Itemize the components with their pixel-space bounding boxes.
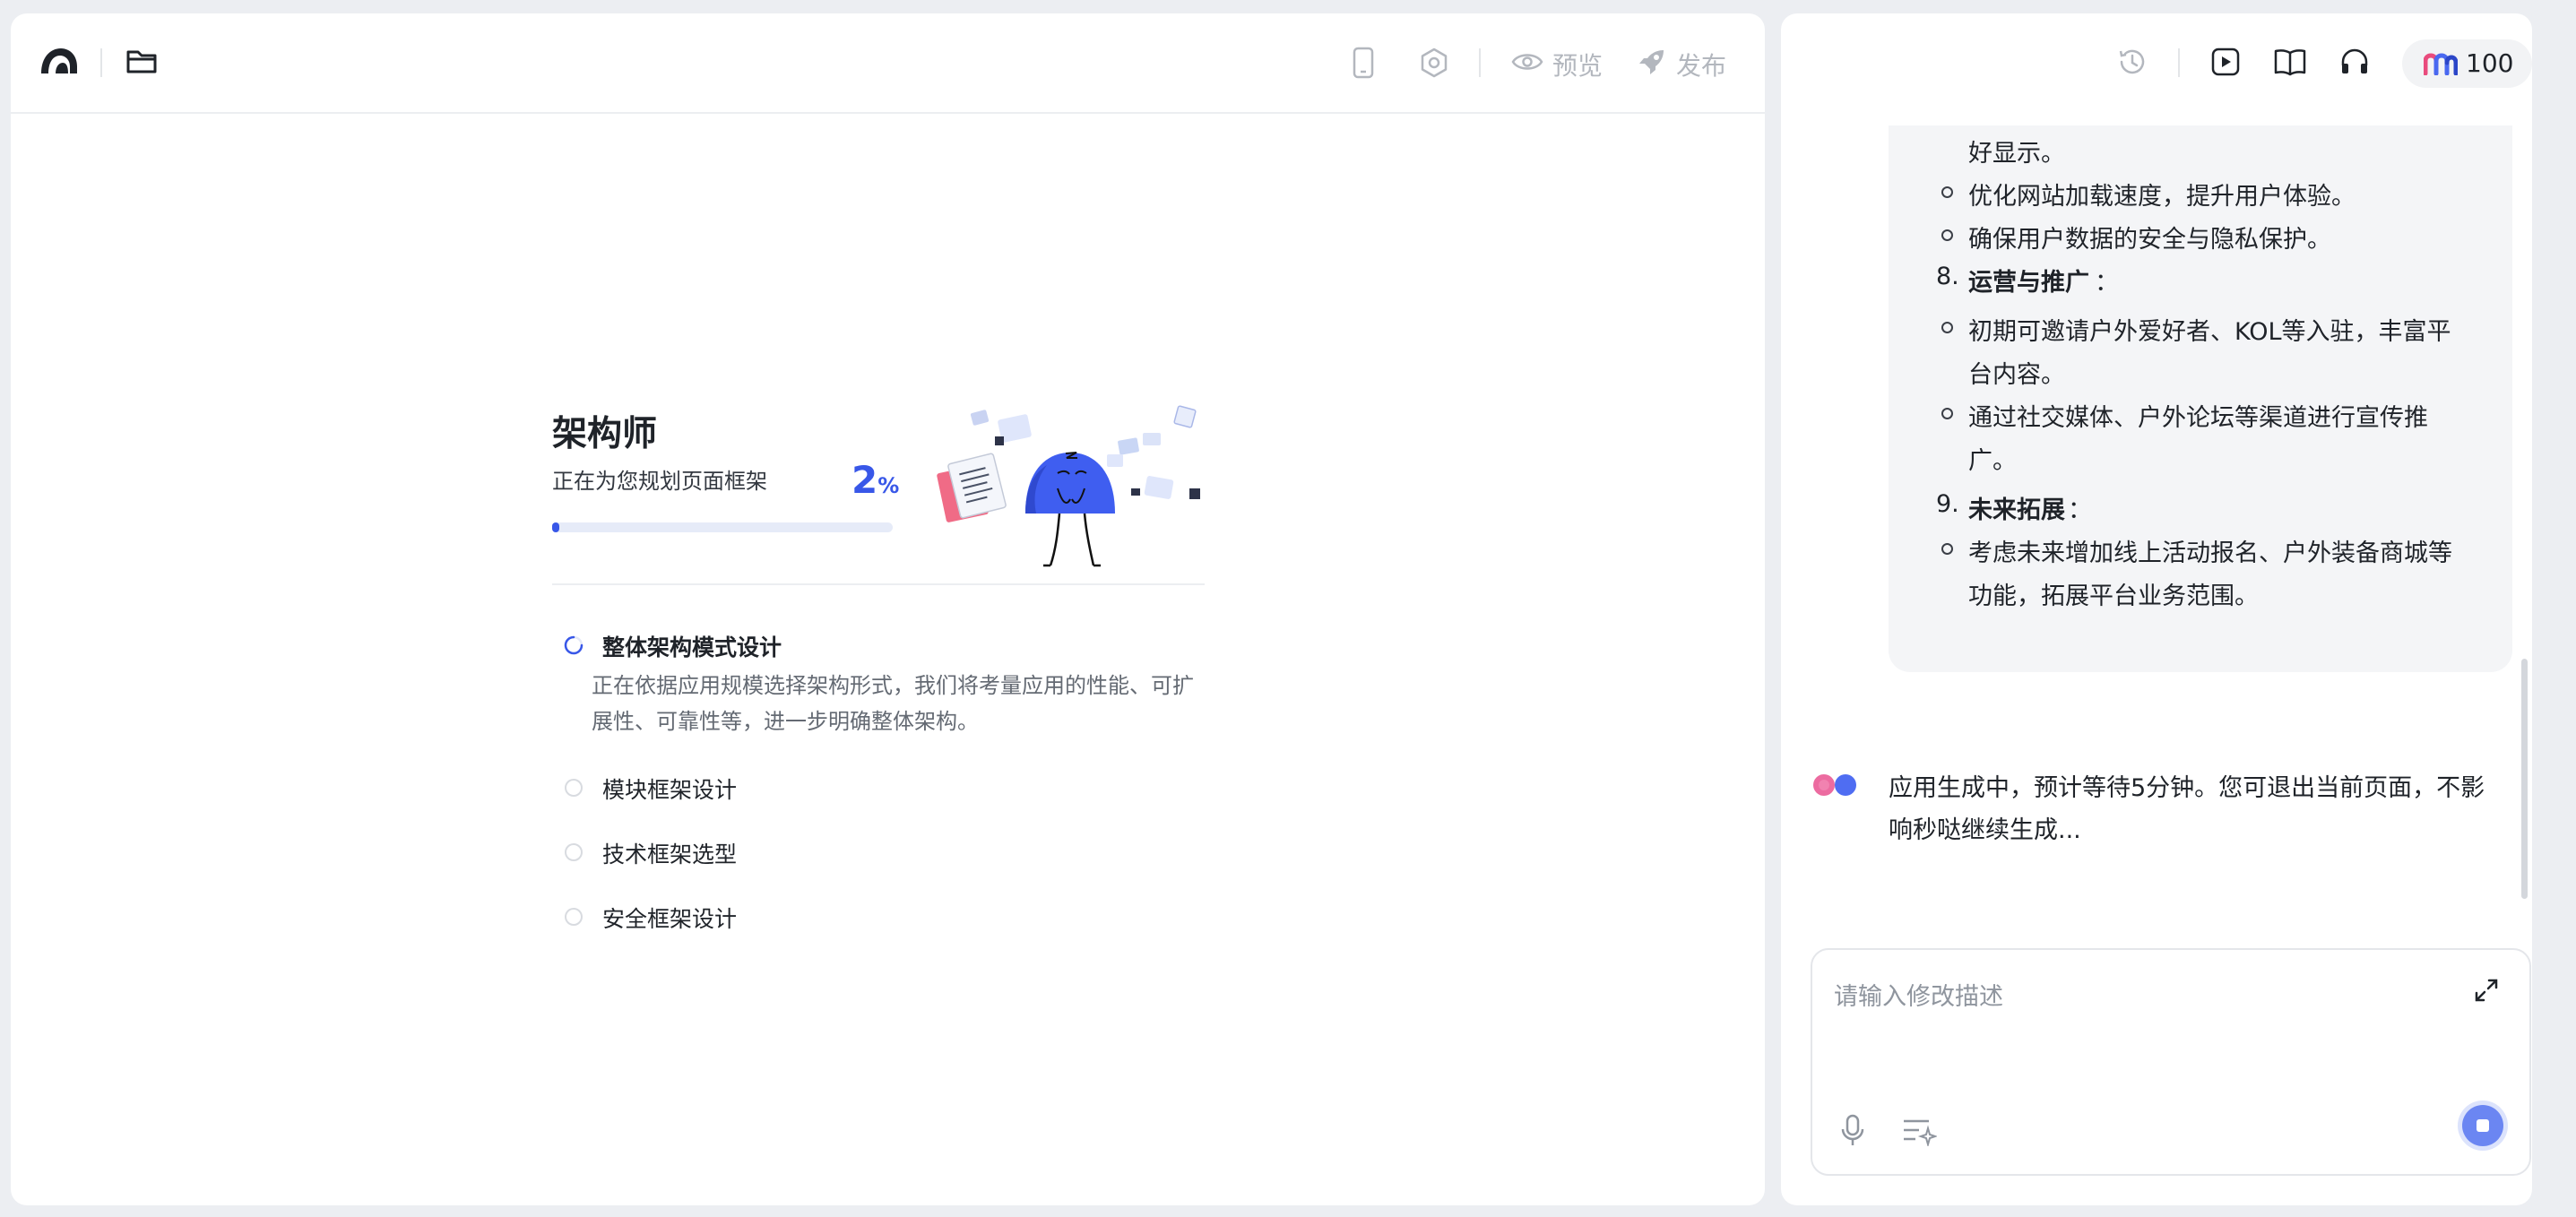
expand-icon[interactable] [2473, 977, 2500, 1004]
list-item: 优化网站加载速度，提升用户体验。 [1968, 183, 2356, 211]
step-label: 整体架构模式设计 [602, 634, 782, 660]
workspace-header [11, 13, 1765, 114]
settings-icon[interactable] [1418, 47, 1450, 79]
list-number: 9. [1936, 490, 1959, 518]
agent-title: 架构师 [552, 414, 658, 454]
chat-scrollbar[interactable] [2521, 659, 2528, 899]
book-icon[interactable] [2273, 46, 2307, 78]
list-item: 广。 [1968, 447, 2017, 475]
prompt-input[interactable]: 请输入修改描述 [1834, 977, 2003, 1012]
credits-count: 100 [2466, 48, 2514, 78]
mascot-illustration [937, 405, 1200, 567]
section-heading: 运营与推广 [1968, 269, 2089, 297]
header-divider [1479, 48, 1481, 77]
list-item: 通过社交媒体、户外论坛等渠道进行宣传推 [1968, 404, 2428, 432]
list-item: 好显示。 [1968, 140, 2065, 168]
progress-percent-sign: % [877, 473, 900, 498]
step-label: 技术框架选型 [602, 842, 738, 867]
list-item: 确保用户数据的安全与隐私保护。 [1968, 226, 2331, 254]
microphone-icon[interactable] [1839, 1113, 1866, 1149]
workspace-panel [11, 13, 1765, 1205]
prompt-icon[interactable] [1901, 1116, 1937, 1146]
preview-button[interactable]: 预览 [1552, 47, 1603, 82]
heading-colon: ： [2095, 269, 2119, 297]
step-label: 安全框架设计 [602, 906, 738, 932]
step-pending-icon [565, 843, 583, 861]
list-item: 考虑未来增加线上活动报名、户外装备商城等 [1968, 539, 2452, 567]
step-label: 模块框架设计 [602, 777, 738, 803]
eye-icon[interactable] [1511, 50, 1543, 73]
publish-button[interactable]: 发布 [1676, 47, 1726, 82]
assistant-avatar-icon [1813, 774, 1856, 796]
agent-subtitle: 正在为您规划页面框架 [552, 469, 767, 494]
step-pending-icon [565, 908, 583, 926]
list-item: 功能，拓展平台业务范围。 [1968, 583, 2259, 610]
card-divider [552, 583, 1205, 585]
header-divider [100, 48, 102, 77]
history-icon[interactable] [2116, 46, 2148, 78]
brand-icon [2424, 53, 2458, 75]
header-divider [2178, 48, 2180, 77]
progress-percent: 2% [851, 458, 899, 502]
bullet-marker [1941, 186, 1953, 198]
bullet-marker [1941, 408, 1953, 419]
bullet-marker [1941, 322, 1953, 333]
step-pending-icon [565, 779, 583, 797]
logo-icon[interactable] [39, 47, 79, 75]
play-icon[interactable] [2209, 46, 2242, 78]
step-description: 正在依据应用规模选择架构形式，我们将考量应用的性能、可扩展性、可靠性等，进一步明… [592, 673, 1194, 734]
section-heading: 未来拓展 [1968, 496, 2065, 524]
list-item: 台内容。 [1968, 361, 2065, 389]
list-number: 8. [1936, 263, 1959, 290]
progress-percent-value: 2 [851, 458, 878, 502]
heading-colon: ： [2068, 496, 2092, 524]
progress-bar-fill [552, 522, 559, 532]
bullet-marker [1941, 229, 1953, 241]
headset-icon[interactable] [2338, 46, 2371, 78]
folder-icon[interactable] [125, 47, 158, 75]
status-message: 应用生成中，预计等待5分钟。您可退出当前页面，不影 [1889, 774, 2485, 802]
list-item: 初期可邀请户外爱好者、KOL等入驻，丰富平 [1968, 318, 2451, 346]
status-message: 响秒哒继续生成... [1889, 816, 2081, 844]
bullet-marker [1941, 543, 1953, 555]
rocket-icon[interactable] [1637, 47, 1667, 77]
stop-button[interactable] [2462, 1105, 2503, 1146]
progress-bar [552, 522, 893, 532]
mobile-icon[interactable] [1352, 47, 1375, 79]
loading-spinner-icon [564, 635, 583, 655]
